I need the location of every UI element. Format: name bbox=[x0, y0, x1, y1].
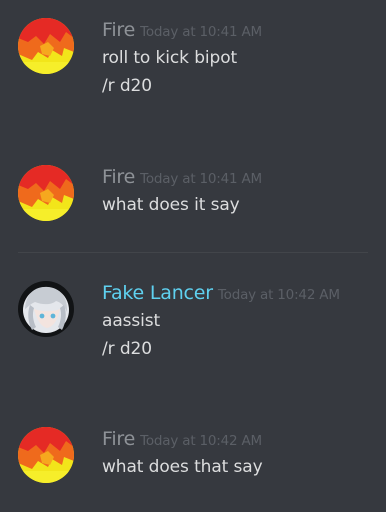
message-line: what does it say bbox=[102, 195, 240, 215]
message-content: what does that say bbox=[102, 453, 372, 481]
message-content: aassist /r d20 bbox=[102, 307, 372, 363]
message-content: what does it say bbox=[102, 191, 372, 219]
fire-avatar-icon[interactable] bbox=[18, 18, 74, 74]
timestamp: Today at 10:42 AM bbox=[217, 287, 340, 303]
message-line: /r d20 bbox=[102, 76, 152, 96]
timestamp: Today at 10:42 AM bbox=[140, 433, 262, 449]
message-line: aassist bbox=[102, 311, 161, 331]
username[interactable]: Fire bbox=[102, 166, 135, 188]
message-line: what does that say bbox=[102, 457, 263, 477]
message-content: roll to kick bipot /r d20 bbox=[102, 44, 372, 100]
fire-avatar-icon[interactable] bbox=[18, 427, 74, 483]
message-line: /r d20 bbox=[102, 339, 152, 359]
username[interactable]: Fire bbox=[102, 428, 135, 450]
message-line: roll to kick bipot bbox=[102, 48, 238, 68]
message-header: Fake Lancer Today at 10:42 AM bbox=[102, 281, 340, 305]
timestamp: Today at 10:41 AM bbox=[140, 171, 262, 187]
timestamp: Today at 10:41 AM bbox=[140, 24, 262, 40]
anime-character-avatar-icon[interactable] bbox=[18, 281, 74, 337]
username[interactable]: Fake Lancer bbox=[102, 282, 213, 304]
chat-messages: Fire Today at 10:41 AM roll to kick bipot… bbox=[0, 0, 386, 512]
message-header: Fire Today at 10:41 AM bbox=[102, 165, 262, 189]
message-divider bbox=[18, 252, 368, 253]
username[interactable]: Fire bbox=[102, 19, 135, 41]
message-header: Fire Today at 10:41 AM bbox=[102, 18, 262, 42]
fire-avatar-icon[interactable] bbox=[18, 165, 74, 221]
message-header: Fire Today at 10:42 AM bbox=[102, 427, 262, 451]
